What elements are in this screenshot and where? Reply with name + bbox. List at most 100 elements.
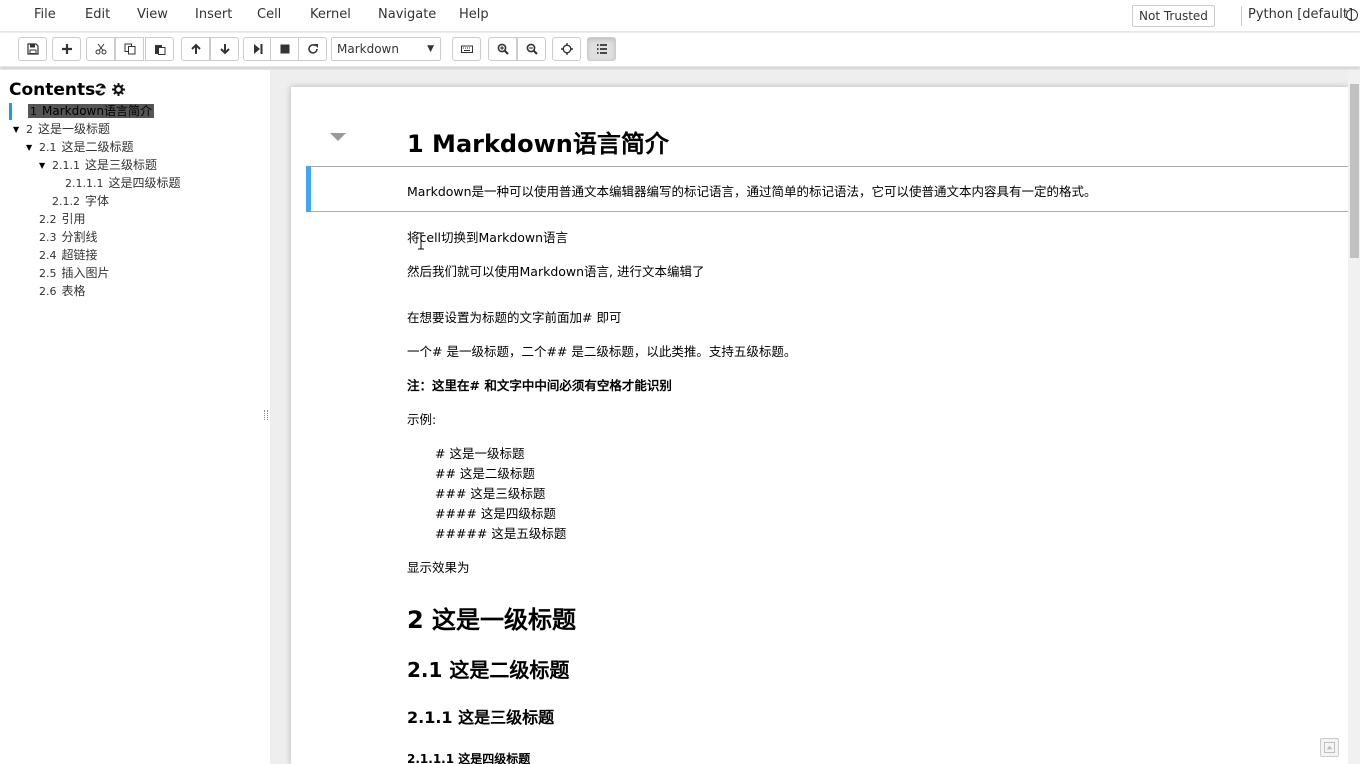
code-line: # 这是一级标题 (435, 446, 525, 461)
run-button[interactable] (243, 37, 272, 61)
paste-button[interactable] (145, 37, 174, 61)
list-icon (596, 44, 607, 54)
toc-item-label: 这是一级标题 (38, 122, 111, 136)
crosshairs-icon (560, 43, 573, 55)
toc-item-2-1-1-1[interactable]: 2.1.1.1 这是四级标题 (65, 175, 181, 192)
heading-level-3: 2.1.1 这是三级标题 (407, 708, 555, 727)
scroll-to-top-button[interactable] (1320, 738, 1339, 757)
menu-view[interactable]: View (137, 7, 168, 22)
kernel-idle-icon (1346, 9, 1358, 21)
menu-insert[interactable]: Insert (195, 7, 232, 22)
toc-item-number: 2.6 (39, 285, 57, 298)
scissors-icon (95, 43, 106, 55)
navigate-button[interactable] (552, 37, 581, 61)
menu-help[interactable]: Help (459, 7, 489, 22)
restart-button[interactable] (298, 37, 327, 61)
zoom-in-button[interactable] (488, 37, 517, 61)
refresh-icon (307, 44, 318, 54)
note-paragraph: 注：这里在# 和文字中中间必须有空格才能识别 (407, 378, 672, 393)
move-up-button[interactable] (181, 37, 210, 61)
toc-item-2-3[interactable]: 2.3 分割线 (39, 229, 98, 246)
code-line: #### 这是四级标题 (435, 506, 556, 521)
menu-navigate[interactable]: Navigate (378, 7, 436, 22)
toc-sidebar: Contents 1 Markdown语言简介 ▼ 2 这是一级标题 ▼ 2.1 这是… (0, 70, 270, 764)
toc-item-1[interactable]: 1 Markdown语言简介 (28, 103, 154, 120)
cell-type-select[interactable]: Markdown ▼ (331, 37, 441, 61)
toc-item-2-1[interactable]: 2.1 这是二级标题 (39, 139, 134, 156)
sidebar-resize-handle[interactable] (264, 410, 268, 420)
intro-paragraph: Markdown是一种可以使用普通文本编辑器编写的标记语言，通过简单的标记语法，… (407, 184, 1097, 199)
menu-cell[interactable]: Cell (257, 7, 281, 22)
paragraph-heading-levels: 一个# 是一级标题，二个## 是二级标题，以此类推。支持五级标题。 (407, 344, 797, 359)
not-trusted-button[interactable]: Not Trusted (1132, 5, 1215, 27)
example-label: 示例: (407, 412, 437, 427)
toc-item-number: 2.1.1.1 (65, 177, 104, 190)
toc-item-label: 超链接 (61, 248, 98, 262)
toc-toggle-button[interactable] (587, 37, 616, 61)
caret-down-icon[interactable]: ▼ (39, 161, 45, 170)
arrow-down-icon (219, 44, 230, 55)
copy-button[interactable] (115, 37, 144, 61)
toc-item-2-5[interactable]: 2.5 插入图片 (39, 265, 110, 282)
kernel-divider (1241, 6, 1242, 26)
toc-item-number: 2.1 (39, 141, 57, 154)
menu-kernel[interactable]: Kernel (310, 7, 351, 22)
collapse-heading-icon[interactable] (330, 133, 346, 141)
toc-item-label: 字体 (85, 194, 110, 208)
zoom-out-button[interactable] (517, 37, 546, 61)
paste-icon (154, 45, 165, 55)
insert-cell-button[interactable] (52, 37, 81, 61)
refresh-icon[interactable] (94, 83, 107, 96)
toc-item-label: 分割线 (61, 230, 98, 244)
scrollbar-thumb[interactable] (1350, 84, 1359, 258)
copy-icon (124, 43, 135, 55)
toc-item-label: 表格 (61, 284, 86, 298)
arrow-up-icon (190, 43, 201, 54)
toc-item-2-4[interactable]: 2.4 超链接 (39, 247, 98, 264)
caret-down-icon: ▼ (427, 44, 434, 54)
toolbar: Markdown ▼ (0, 33, 1360, 67)
toc-item-label: 插入图片 (61, 266, 110, 280)
toc-item-number: 2 (26, 123, 33, 136)
toc-item-2-1-1[interactable]: 2.1.1 这是三级标题 (52, 157, 157, 174)
heading-level-1: 2 这是一级标题 (407, 606, 577, 634)
paragraph-switch-cell: 将cell切换到Markdown语言 (407, 230, 569, 245)
toc-item-2[interactable]: 2 这是一级标题 (26, 121, 110, 138)
toc-item-2-6[interactable]: 2.6 表格 (39, 283, 86, 300)
cell-type-value: Markdown (337, 42, 399, 56)
move-down-button[interactable] (210, 37, 239, 61)
toc-item-number: 2.1.2 (52, 195, 80, 208)
text-cursor-icon (418, 232, 424, 250)
save-button[interactable] (18, 37, 47, 61)
toc-title: Contents (9, 80, 96, 100)
gear-icon[interactable] (112, 83, 125, 96)
toc-item-label: 这是四级标题 (108, 176, 181, 190)
code-line: ## 这是二级标题 (435, 466, 535, 481)
toc-item-label: 这是三级标题 (85, 158, 158, 172)
toc-item-number: 2.2 (39, 213, 57, 226)
paragraph-edit-text: 然后我们就可以使用Markdown语言, 进行文本编辑了 (407, 264, 705, 279)
stop-icon (280, 44, 289, 54)
arrow-up-icon (1324, 742, 1335, 753)
menu-file[interactable]: File (34, 7, 56, 22)
interrupt-button[interactable] (270, 37, 299, 61)
menu-bar: File Edit View Insert Cell Kernel Naviga… (0, 0, 1360, 32)
cut-button[interactable] (86, 37, 115, 61)
zoom-in-icon (497, 43, 509, 55)
code-line: ### 这是三级标题 (435, 486, 546, 501)
paragraph-heading-hash: 在想要设置为标题的文字前面加# 即可 (407, 310, 622, 325)
heading-level-2: 2.1 这是二级标题 (407, 658, 570, 682)
caret-down-icon[interactable]: ▼ (13, 125, 19, 134)
notebook-container: 1 Markdown语言简介 Markdown是一种可以使用普通文本编辑器编写的… (291, 87, 1348, 764)
toc-item-2-2[interactable]: 2.2 引用 (39, 211, 86, 228)
heading-1: 1 Markdown语言简介 (407, 130, 669, 158)
menu-edit[interactable]: Edit (85, 7, 110, 22)
cell-selection-indicator (306, 166, 311, 212)
kernel-name[interactable]: Python [default] (1248, 7, 1353, 22)
command-palette-button[interactable] (452, 37, 481, 61)
toc-item-2-1-2[interactable]: 2.1.2 字体 (52, 193, 109, 210)
plus-icon (61, 44, 72, 54)
display-effect-label: 显示效果为 (407, 560, 470, 575)
code-line: ##### 这是五级标题 (435, 526, 567, 541)
caret-down-icon[interactable]: ▼ (26, 143, 32, 152)
